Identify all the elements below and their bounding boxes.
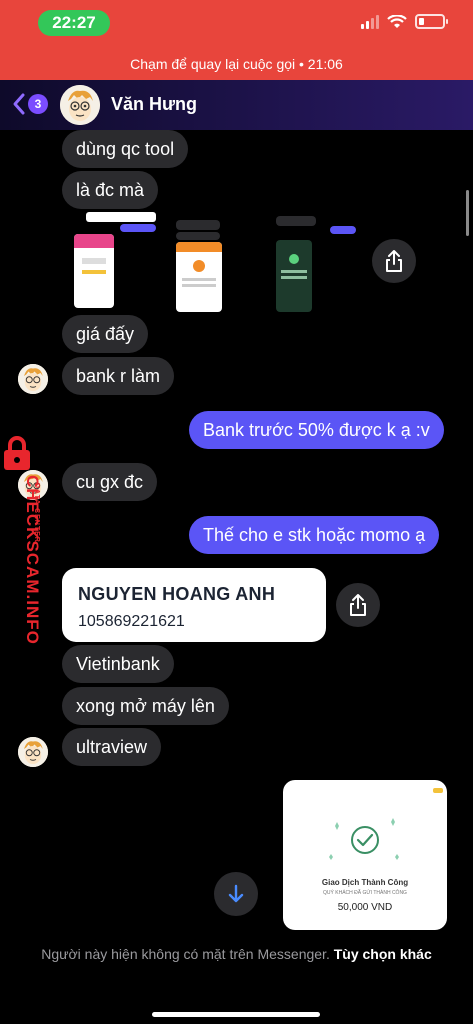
- footer-message: Người này hiện không có mặt trên Messeng…: [20, 944, 453, 964]
- mini-phone-shot: [276, 240, 312, 312]
- message-bubble[interactable]: bank r làm: [62, 357, 175, 395]
- cartoon-face-icon: [18, 737, 48, 767]
- contact-name[interactable]: Văn Hưng: [111, 94, 197, 115]
- receipt-amount: 50,000 VND: [337, 902, 393, 913]
- conversation-header: 3 Văn Hưng: [0, 80, 473, 130]
- receipt-subtitle: QUÝ KHÁCH ĐÃ GỬI THÀNH CÔNG: [323, 890, 407, 896]
- message-bubble[interactable]: dùng qc tool: [62, 130, 189, 168]
- more-options-link[interactable]: Tùy chọn khác: [334, 946, 432, 962]
- battery-icon: [415, 14, 448, 29]
- receipt-title: Giao Dịch Thành Công: [321, 878, 409, 887]
- success-check-icon: [329, 818, 399, 860]
- back-button[interactable]: 3: [12, 92, 48, 116]
- back-chevron-icon: [13, 93, 25, 115]
- account-info-card[interactable]: NGUYEN HOANG ANH 105869221621: [62, 568, 326, 642]
- shared-screenshot[interactable]: [62, 208, 362, 318]
- mini-phone-shot: [74, 234, 114, 308]
- cartoon-face-icon: [18, 364, 48, 394]
- wifi-icon: [387, 14, 407, 28]
- mini-text-field: [86, 212, 156, 222]
- share-button[interactable]: [372, 239, 416, 283]
- watermark: CHECKSCAM.INFO DATA CENTER: [0, 435, 42, 665]
- message-bubble-outgoing[interactable]: Thế cho e stk hoặc momo ạ: [189, 516, 440, 554]
- status-icons: [361, 14, 448, 29]
- home-indicator[interactable]: [152, 1012, 320, 1017]
- message-bubble[interactable]: ultraview: [62, 728, 162, 766]
- unread-badge: 3: [28, 94, 48, 114]
- receipt-corner-mark: [433, 788, 443, 793]
- return-to-call-text[interactable]: Chạm để quay lại cuộc gọi • 21:06: [0, 56, 473, 72]
- share-icon: [350, 594, 366, 616]
- contact-avatar: [18, 737, 48, 767]
- mini-bubble: [176, 232, 220, 240]
- share-button[interactable]: [336, 583, 380, 627]
- footer-status-text: Người này hiện không có mặt trên Messeng…: [41, 946, 330, 962]
- account-name: NGUYEN HOANG ANH: [78, 584, 276, 604]
- mini-bubble: [276, 216, 316, 226]
- contact-avatar: [18, 364, 48, 394]
- message-bubble-outgoing[interactable]: Bank trước 50% được k ạ :v: [189, 411, 444, 449]
- signal-icon: [361, 14, 379, 29]
- message-bubble[interactable]: Vietinbank: [62, 645, 174, 683]
- message-bubble[interactable]: cu gx đc: [62, 463, 158, 501]
- scrollbar[interactable]: [466, 190, 469, 236]
- mini-bubble: [330, 226, 356, 234]
- account-number: 105869221621: [78, 613, 185, 630]
- scroll-to-bottom-button[interactable]: [214, 872, 258, 916]
- message-bubble[interactable]: là đc mà: [62, 171, 159, 209]
- mini-bubble: [176, 220, 220, 230]
- contact-avatar[interactable]: [60, 85, 100, 125]
- composer-unavailable-footer: Người này hiện không có mặt trên Messeng…: [0, 930, 473, 1024]
- receipt-image[interactable]: Giao Dịch Thành Công QUÝ KHÁCH ĐÃ GỬI TH…: [283, 780, 447, 930]
- message-bubble[interactable]: giá đấy: [62, 315, 149, 353]
- mini-phone-shot: [176, 242, 222, 312]
- lock-icon: [4, 436, 30, 470]
- message-bubble[interactable]: xong mở máy lên: [62, 687, 229, 725]
- call-banner-area[interactable]: 22:27 Chạm để quay lại cuộc gọi • 21:06: [0, 0, 473, 80]
- status-time: 22:27: [38, 10, 110, 36]
- share-icon: [386, 250, 402, 272]
- mini-bubble: [120, 224, 156, 232]
- cartoon-face-icon: [60, 85, 100, 125]
- watermark-subtext: DATA CENTER: [33, 483, 40, 543]
- arrow-down-icon: [228, 884, 244, 903]
